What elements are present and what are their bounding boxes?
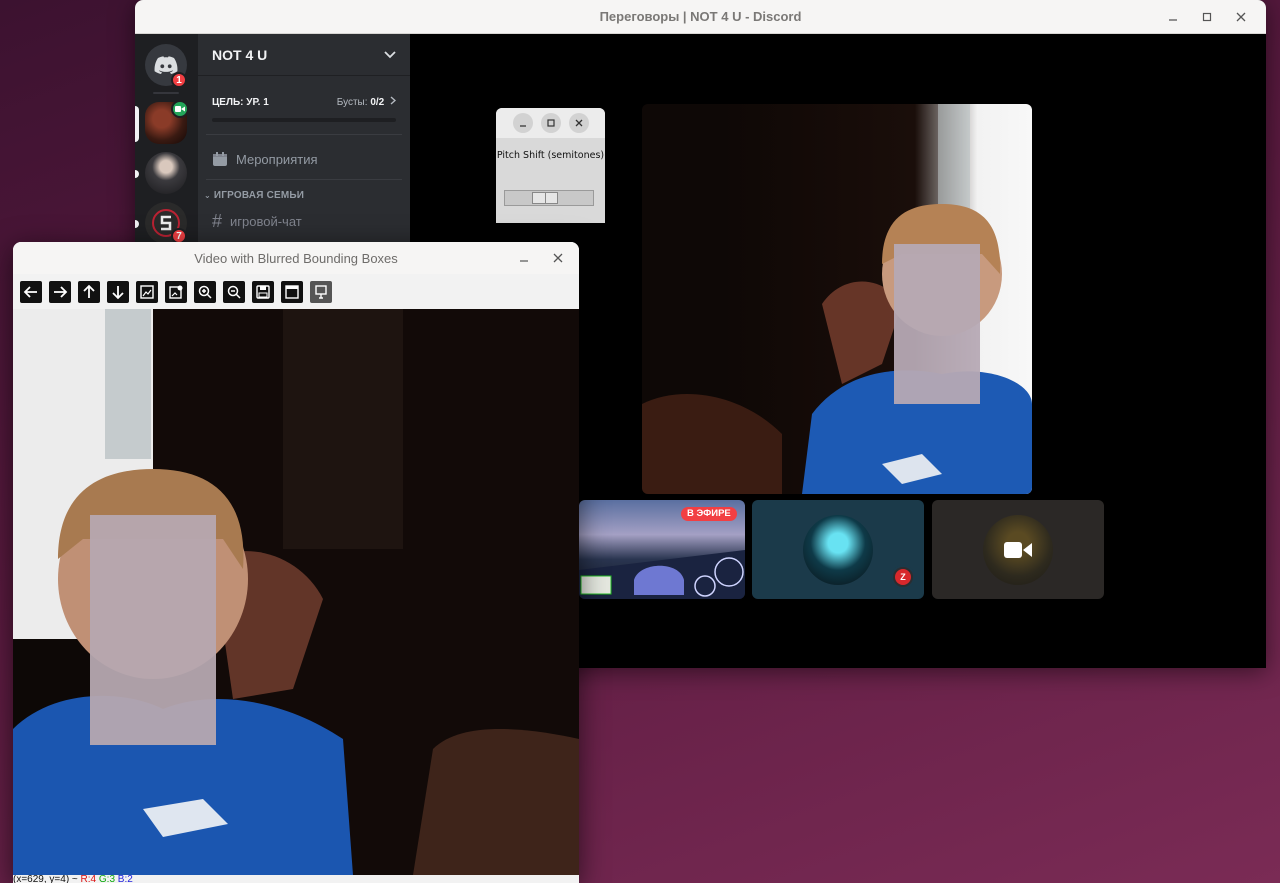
boost-goal-row[interactable]: ЦЕЛЬ: УР. 1 Бусты: 0/2 bbox=[198, 76, 410, 108]
status-coords: (x=629, y=4) ~ bbox=[13, 875, 78, 883]
video-frame bbox=[13, 309, 579, 875]
discord-titlebar: Переговоры | NOT 4 U - Discord bbox=[135, 0, 1266, 34]
window-title: Переговоры | NOT 4 U - Discord bbox=[599, 9, 802, 24]
close-button[interactable] bbox=[1226, 5, 1256, 29]
window-controls bbox=[1158, 0, 1256, 34]
zoom-fit-button[interactable] bbox=[136, 280, 158, 303]
boost-count: Бусты: 0/2 bbox=[336, 96, 397, 108]
blurred-video-window: Video with Blurred Bounding Boxes (x=629… bbox=[13, 242, 579, 883]
discord-logo-icon bbox=[154, 56, 178, 74]
server-name: NOT 4 U bbox=[212, 46, 268, 63]
live-badge: В ЭФИРЕ bbox=[681, 507, 737, 521]
thumb-grip bbox=[545, 193, 546, 203]
events-item[interactable]: Мероприятия bbox=[198, 135, 410, 167]
status-green: G:3 bbox=[98, 875, 116, 883]
maximize-icon bbox=[546, 119, 555, 127]
pitch-slider-thumb[interactable] bbox=[532, 192, 558, 204]
boost-label: Бусты: bbox=[336, 97, 368, 108]
pitch-slider[interactable] bbox=[504, 190, 594, 206]
events-label: Мероприятия bbox=[236, 151, 318, 167]
zoom-actual-button[interactable] bbox=[165, 280, 187, 303]
boost-value: 0/2 bbox=[370, 97, 385, 108]
unread-pill bbox=[135, 220, 139, 228]
minimize-button[interactable] bbox=[1158, 5, 1188, 29]
channel-name: игровой-чат bbox=[230, 214, 302, 229]
minimize-button[interactable] bbox=[509, 246, 539, 270]
maximize-button[interactable] bbox=[540, 113, 561, 133]
chevron-right-icon bbox=[390, 96, 397, 105]
pan-up-button[interactable] bbox=[78, 280, 100, 303]
boost-goal-label: ЦЕЛЬ: УР. 1 bbox=[212, 96, 269, 108]
video-frame bbox=[642, 104, 1032, 494]
zoom-out-button[interactable] bbox=[223, 280, 245, 303]
arrow-right-icon bbox=[54, 285, 68, 298]
rail-separator bbox=[153, 92, 179, 94]
status-blue: B:2 bbox=[117, 875, 133, 883]
zoom-out-icon bbox=[227, 285, 241, 299]
image-settings-icon bbox=[169, 285, 183, 299]
minimize-button[interactable] bbox=[512, 113, 533, 133]
arrow-down-icon bbox=[112, 285, 124, 299]
close-icon bbox=[575, 119, 582, 127]
minimize-icon bbox=[1169, 19, 1177, 21]
pan-right-button[interactable] bbox=[49, 280, 71, 303]
save-button[interactable] bbox=[252, 280, 274, 303]
blur-titlebar: Video with Blurred Bounding Boxes bbox=[13, 242, 579, 274]
maximize-button[interactable] bbox=[1192, 5, 1222, 29]
pitch-titlebar bbox=[496, 108, 605, 138]
chevron-down-icon: ⌄ bbox=[204, 191, 211, 200]
close-icon bbox=[1236, 12, 1246, 22]
arrow-left-icon bbox=[23, 285, 37, 298]
save-icon bbox=[256, 284, 270, 299]
status-bar: (x=629, y=4) ~ R:4 G:3 B:2 bbox=[13, 875, 579, 883]
properties-icon bbox=[315, 284, 327, 299]
unread-pill bbox=[135, 170, 139, 178]
pan-left-button[interactable] bbox=[20, 280, 42, 303]
close-button[interactable] bbox=[568, 113, 589, 133]
zoom-in-icon bbox=[198, 285, 212, 299]
video-activity-badge bbox=[171, 100, 189, 118]
status-badge: Z bbox=[891, 565, 915, 589]
image-icon bbox=[140, 284, 154, 299]
arrow-up-icon bbox=[83, 284, 95, 298]
server-icon-2[interactable] bbox=[145, 152, 187, 194]
stream-tile-game[interactable]: В ЭФИРЕ bbox=[579, 500, 745, 599]
active-server-pill bbox=[135, 106, 139, 142]
properties-button[interactable] bbox=[310, 280, 332, 303]
category-name: ИГРОВАЯ СЕМЬИ bbox=[213, 190, 305, 201]
video-camera-icon bbox=[1004, 542, 1032, 558]
pitch-label: Pitch Shift (semitones) bbox=[496, 150, 605, 161]
image-toolbar bbox=[13, 274, 579, 309]
blur-window-title: Video with Blurred Bounding Boxes bbox=[194, 250, 398, 266]
participant-avatar bbox=[983, 515, 1053, 585]
home-notification-badge: 1 bbox=[171, 72, 187, 88]
new-window-button[interactable] bbox=[281, 280, 303, 303]
pan-down-button[interactable] bbox=[107, 280, 129, 303]
hashtag-icon: # bbox=[212, 211, 223, 231]
participant-tile-camera-off[interactable] bbox=[932, 500, 1104, 599]
window-icon bbox=[285, 284, 299, 299]
participant-avatar bbox=[803, 515, 873, 585]
zoom-in-button[interactable] bbox=[194, 280, 216, 303]
server-header[interactable]: NOT 4 U bbox=[198, 34, 410, 76]
status-red: R:4 bbox=[80, 875, 97, 883]
status-badge-label: Z bbox=[895, 569, 911, 585]
calendar-icon bbox=[213, 152, 227, 166]
category-header[interactable]: ⌄ ИГРОВАЯ СЕМЬИ bbox=[198, 180, 410, 201]
close-button[interactable] bbox=[543, 246, 573, 270]
chevron-down-icon bbox=[384, 50, 396, 58]
participant-tile-avatar[interactable]: Z bbox=[752, 500, 924, 599]
window-controls bbox=[509, 242, 573, 274]
pitch-shift-window: Pitch Shift (semitones) bbox=[496, 108, 605, 223]
maximize-icon bbox=[1202, 12, 1212, 22]
video-canvas[interactable] bbox=[13, 309, 579, 875]
close-icon bbox=[553, 253, 563, 263]
boost-progress-bar bbox=[212, 118, 396, 122]
minimize-icon bbox=[519, 125, 526, 127]
camera-icon bbox=[175, 106, 185, 112]
minimize-icon bbox=[520, 260, 528, 262]
channel-item[interactable]: # игровой-чат bbox=[198, 201, 410, 232]
main-participant-video[interactable] bbox=[642, 104, 1032, 494]
